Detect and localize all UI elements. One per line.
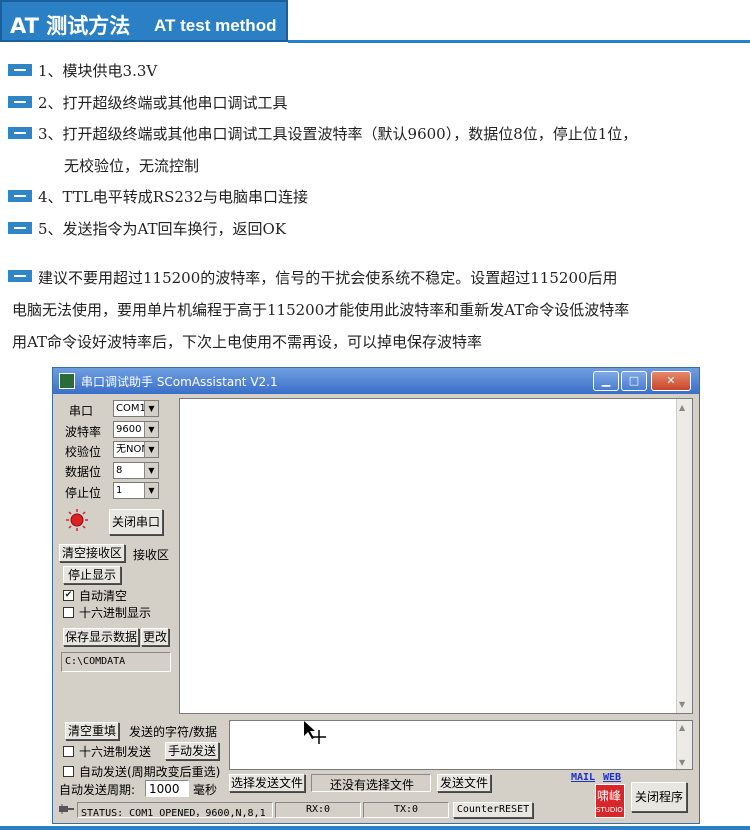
rx-panel: RX:0	[275, 802, 361, 818]
send-chars-label: 发送的字符/数据	[129, 725, 218, 739]
bullet-icon	[8, 96, 32, 108]
title-bar[interactable]: 串口调试助手 SComAssistant V2.1 ▁ □ ✕	[53, 368, 699, 394]
ms-label: 毫秒	[193, 783, 218, 797]
send-scrollbar[interactable]: ▲ ▼	[676, 721, 692, 769]
select-send-file-button[interactable]: 选择发送文件	[229, 774, 305, 792]
stop-bits-label: 停止位	[65, 486, 102, 500]
scroll-up-icon[interactable]: ▲	[679, 403, 685, 412]
save-path-field[interactable]: C:\COMDATA	[61, 652, 171, 672]
auto-send-checkbox[interactable]	[63, 766, 74, 777]
port-label: 串口	[69, 404, 94, 418]
tx-counter: TX:0	[394, 804, 419, 815]
stop-bits-value: 1	[116, 485, 123, 496]
data-bits-label: 数据位	[65, 465, 102, 479]
change-path-button[interactable]: 更改	[141, 628, 169, 646]
status-text: STATUS: COM1 OPENED，9600,N,8,1	[81, 808, 266, 819]
step-5: 5、发送指令为AT回车换行，返回OK	[38, 220, 287, 238]
web-link[interactable]: WEB	[603, 772, 621, 783]
manual-send-button[interactable]: 手动发送	[165, 742, 219, 760]
hex-send-checkbox[interactable]	[63, 746, 74, 757]
header-title-box: AT 测试方法 AT test method	[0, 0, 288, 42]
header-underline	[288, 40, 750, 43]
port-value: COM1	[116, 403, 146, 414]
receive-textarea[interactable]: ▲ ▼	[179, 398, 693, 714]
studio-logo[interactable]: 啸峰 STUDIO	[595, 784, 625, 818]
tx-panel: TX:0	[363, 802, 449, 818]
data-bits-value: 8	[116, 465, 123, 476]
step-4: 4、TTL电平转成RS232与电脑串口连接	[38, 188, 308, 206]
save-path-value: C:\COMDATA	[65, 656, 126, 667]
hex-send-label: 十六进制发送	[79, 745, 152, 759]
auto-send-period-input[interactable]: 1000	[145, 780, 189, 797]
stop-bits-select[interactable]: 1 ▼	[113, 482, 159, 499]
note-line-3: 用AT命令设好波特率后，下次上电使用不需再设，可以掉电保存波特率	[12, 333, 483, 351]
minimize-button[interactable]: ▁	[593, 371, 619, 391]
save-display-button[interactable]: 保存显示数据	[63, 628, 139, 646]
mouse-cursor-icon	[304, 721, 326, 744]
baud-value: 9600	[116, 424, 142, 435]
logo-text: 啸峰	[597, 789, 622, 803]
note-line-2: 电脑无法使用，要用单片机编程于高于115200才能使用此波特率和重新发AT命令设…	[12, 301, 630, 319]
app-icon	[59, 373, 75, 389]
chevron-down-icon[interactable]: ▼	[144, 463, 158, 478]
chevron-down-icon[interactable]: ▼	[144, 401, 158, 416]
clear-resend-button[interactable]: 清空重填	[65, 722, 119, 740]
auto-clear-label: 自动清空	[79, 589, 128, 603]
auto-send-period-value: 1000	[149, 782, 180, 796]
header-title-cn: AT 测试方法	[10, 14, 131, 38]
close-program-button[interactable]: 关闭程序	[631, 782, 687, 812]
status-panel: STATUS: COM1 OPENED，9600,N,8,1	[77, 802, 273, 819]
step-1: 1、模块供电3.3V	[38, 62, 158, 80]
scroll-down-icon[interactable]: ▼	[679, 758, 685, 767]
send-textarea[interactable]: ▲ ▼	[229, 720, 693, 770]
header-title-en: AT test method	[154, 16, 277, 35]
selected-file-field: 还没有选择文件	[311, 774, 431, 792]
auto-send-period-label: 自动发送周期:	[59, 783, 136, 797]
receive-scrollbar[interactable]: ▲ ▼	[676, 399, 692, 713]
chevron-down-icon[interactable]: ▼	[144, 442, 158, 457]
send-file-button[interactable]: 发送文件	[437, 774, 491, 792]
auto-clear-checkbox[interactable]: ✔	[63, 590, 74, 601]
hex-display-checkbox[interactable]	[63, 607, 74, 618]
bullet-icon	[8, 190, 32, 202]
close-port-button[interactable]: 关闭串口	[109, 509, 163, 535]
stop-display-button[interactable]: 停止显示	[63, 566, 121, 584]
auto-send-label: 自动发送(周期改变后重选)	[79, 765, 221, 779]
parity-label: 校验位	[65, 445, 102, 459]
bullet-icon	[8, 127, 32, 139]
window-title: 串口调试助手 SComAssistant V2.1	[81, 375, 278, 389]
chevron-down-icon[interactable]: ▼	[144, 483, 158, 498]
note-line-1: 建议不要用超过115200的波特率，信号的干扰会使系统不稳定。设置超过11520…	[38, 269, 618, 287]
port-select[interactable]: COM1 ▼	[113, 400, 159, 417]
serial-assistant-window: 串口调试助手 SComAssistant V2.1 ▁ □ ✕ 串口 COM1 …	[52, 367, 700, 824]
section-header: AT 测试方法 AT test method	[0, 0, 750, 44]
clear-receive-button[interactable]: 清空接收区	[59, 544, 125, 562]
scroll-down-icon[interactable]: ▼	[679, 700, 685, 709]
step-3: 3、打开超级终端或其他串口调试工具设置波特率（默认9600），数据位8位，停止位…	[38, 125, 638, 143]
chevron-down-icon[interactable]: ▼	[144, 422, 158, 437]
rx-counter: RX:0	[306, 804, 331, 815]
logo-subtext: STUDIO	[596, 806, 623, 814]
maximize-button[interactable]: □	[621, 371, 647, 391]
step-3-continued: 无校验位，无流控制	[64, 157, 200, 175]
scroll-up-icon[interactable]: ▲	[679, 723, 685, 732]
close-window-button[interactable]: ✕	[651, 371, 691, 391]
hex-display-label: 十六进制显示	[79, 606, 152, 620]
connector-icon	[57, 801, 75, 817]
port-status-lamp-icon	[66, 509, 88, 531]
footer-line	[0, 826, 750, 830]
bullet-icon	[8, 64, 32, 76]
bullet-icon	[8, 270, 32, 282]
receive-area-label: 接收区	[133, 548, 170, 562]
baud-label: 波特率	[65, 425, 102, 439]
parity-select[interactable]: 无NON ▼	[113, 441, 159, 458]
data-bits-select[interactable]: 8 ▼	[113, 462, 159, 479]
step-2: 2、打开超级终端或其他串口调试工具	[38, 94, 288, 112]
mail-link[interactable]: MAIL	[571, 772, 595, 783]
bullet-icon	[8, 222, 32, 234]
no-file-label: 还没有选择文件	[330, 778, 415, 792]
counter-reset-button[interactable]: CounterRESET	[453, 802, 533, 818]
baud-select[interactable]: 9600 ▼	[113, 421, 159, 438]
